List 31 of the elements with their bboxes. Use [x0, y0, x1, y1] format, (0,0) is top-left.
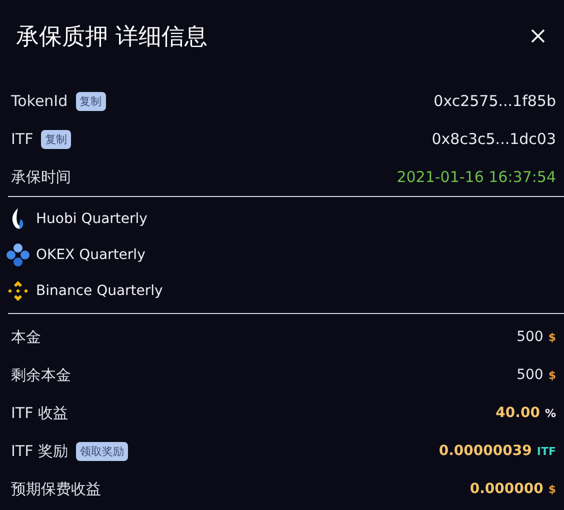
field-label: ITF	[11, 130, 34, 148]
exchange-name: Huobi Quarterly	[36, 211, 148, 227]
claim-button[interactable]: 领取奖励	[76, 442, 128, 460]
unit-label: $	[548, 483, 556, 496]
field-label: 剩余本金	[11, 366, 71, 384]
field-label: ITF 奖励	[11, 442, 68, 460]
field-label: 承保时间	[11, 168, 71, 186]
exchange-name: Binance Quarterly	[36, 283, 163, 299]
dialog-title: 承保质押 详细信息	[16, 22, 208, 52]
time-value: 2021-01-16 16:37:54	[396, 168, 556, 186]
circles-icon	[6, 243, 30, 267]
amount-value: 500	[516, 367, 544, 383]
exchange-name: OKEX Quarterly	[36, 247, 146, 263]
diamonds-icon	[6, 279, 30, 303]
amount-value: 500	[516, 329, 544, 345]
amount-value: 0.000000	[470, 481, 544, 497]
address-value: 0x8c3c5...1dc03	[432, 130, 556, 148]
field-label: ITF 收益	[11, 404, 68, 422]
address-value: 0xc2575...1f85b	[434, 92, 556, 110]
unit-label: $	[548, 369, 556, 382]
field-label: 预期保费收益	[11, 480, 101, 498]
unit-label: %	[544, 407, 556, 420]
close-icon	[530, 28, 546, 44]
copy-button[interactable]: 复制	[41, 130, 72, 148]
unit-label: $	[548, 331, 556, 344]
amount-value: 0.00000039	[438, 443, 532, 459]
unit-label: ITF	[536, 445, 556, 458]
amount-value: 40.00	[496, 405, 540, 421]
field-label: 本金	[11, 328, 41, 346]
field-label: TokenId	[11, 92, 68, 110]
copy-button[interactable]: 复制	[76, 92, 106, 110]
